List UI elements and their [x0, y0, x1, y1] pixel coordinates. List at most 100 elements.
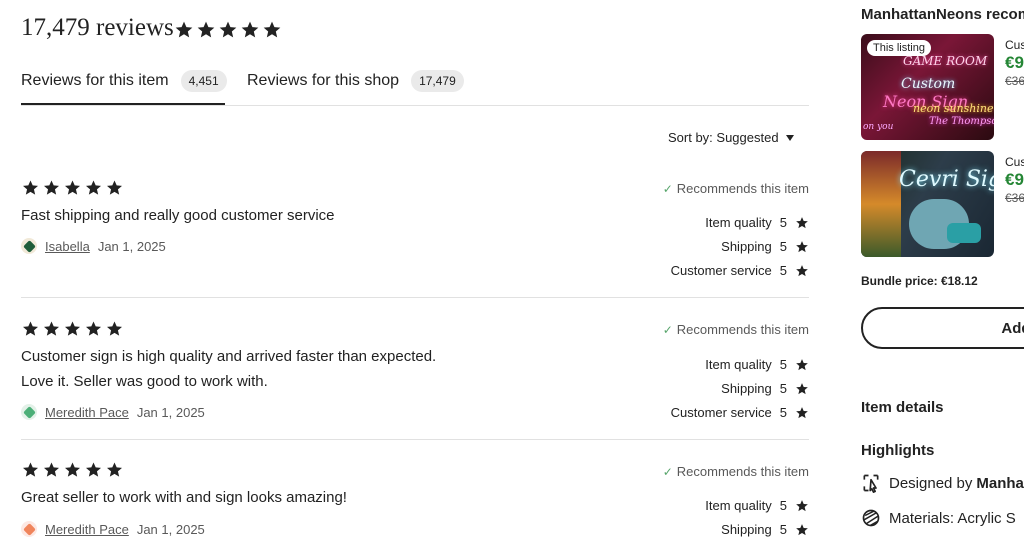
rating-item-quality: Item quality 5 — [609, 357, 809, 372]
listing-original-price: €36 — [1005, 74, 1024, 88]
review-stars — [21, 179, 124, 197]
reviews-title: 17,479 reviews — [21, 14, 174, 41]
highlight-label: Materials: Acrylic S — [889, 509, 1016, 527]
rating-label: Shipping — [721, 239, 772, 254]
recommends-label: Recommends this item — [676, 322, 809, 337]
overall-rating-stars — [174, 20, 282, 40]
rating-value: 5 — [779, 239, 787, 254]
rating-label: Customer service — [670, 263, 772, 278]
tab-count-badge: 4,451 — [180, 70, 227, 92]
tab-reviews-shop[interactable]: Reviews for this shop 17,479 — [247, 70, 464, 92]
avatar — [21, 521, 37, 537]
listing-thumbnail[interactable]: Cevri Sign — [861, 151, 994, 257]
caret-down-icon — [785, 134, 794, 141]
star-icon — [84, 179, 103, 197]
highlight-label: Designed by — [889, 474, 973, 492]
add-bundle-label: Add — [1001, 319, 1024, 337]
star-icon — [105, 320, 124, 338]
rating-label: Customer service — [670, 405, 772, 420]
star-icon — [42, 179, 61, 197]
listing-title[interactable]: Cus — [1005, 38, 1024, 52]
rating-value: 5 — [779, 498, 787, 513]
review-stars — [21, 320, 124, 338]
rating-shipping: Shipping 5 — [609, 522, 809, 537]
star-icon — [105, 179, 124, 197]
rating-value: 5 — [779, 357, 787, 372]
designer-icon — [863, 474, 879, 493]
bundle-price: Bundle price: €18.12 — [861, 274, 978, 288]
listing-original-price: €36 — [1005, 191, 1024, 205]
reviewer: Isabella Jan 1, 2025 — [21, 238, 166, 254]
reviewer: Meredith Pace Jan 1, 2025 — [21, 521, 205, 537]
active-tab-indicator — [21, 103, 225, 105]
reviewer: Meredith Pace Jan 1, 2025 — [21, 404, 205, 420]
review-date: Jan 1, 2025 — [136, 404, 205, 420]
star-icon — [795, 382, 809, 396]
tab-reviews-item[interactable]: Reviews for this item 4,451 — [21, 70, 227, 92]
tab-label: Reviews for this item — [21, 72, 169, 89]
reviewer-name-link[interactable]: Meredith Pace — [45, 405, 129, 420]
rating-customer-service: Customer service 5 — [609, 405, 809, 420]
rating-item-quality: Item quality 5 — [609, 215, 809, 230]
star-icon — [105, 461, 124, 479]
listing-price: €9 — [1005, 170, 1024, 189]
listing-thumbnail[interactable]: GAME ROOM Custom Neon Sign neon sunshine… — [861, 34, 994, 140]
tab-count-badge: 17,479 — [411, 70, 464, 92]
rating-customer-service: Customer service 5 — [609, 263, 809, 278]
star-icon — [84, 461, 103, 479]
listing-title[interactable]: Cus — [1005, 155, 1024, 169]
star-icon — [262, 20, 282, 40]
star-icon — [63, 461, 82, 479]
star-icon — [795, 406, 809, 420]
review-divider — [21, 439, 809, 440]
review-stars — [21, 461, 124, 479]
star-icon — [63, 179, 82, 197]
item-details-heading[interactable]: Item details — [861, 399, 944, 416]
recommends-label: Recommends this item — [676, 181, 809, 196]
check-icon: ✓ — [662, 464, 673, 479]
sort-label: Sort by: Suggested — [668, 130, 779, 145]
star-icon — [42, 461, 61, 479]
star-icon — [63, 320, 82, 338]
materials-icon — [862, 509, 880, 527]
star-icon — [196, 20, 216, 40]
rating-value: 5 — [779, 381, 787, 396]
recommends-label: Recommends this item — [676, 464, 809, 479]
review-text: Fast shipping and really good customer s… — [21, 207, 335, 224]
tab-label: Reviews for this shop — [247, 72, 400, 89]
star-icon — [795, 216, 809, 230]
rating-label: Item quality — [705, 498, 772, 513]
rating-label: Item quality — [705, 215, 772, 230]
avatar — [21, 404, 37, 420]
highlights-heading: Highlights — [861, 442, 935, 459]
shop-recommendations-heading: ManhattanNeons recom — [861, 6, 1024, 23]
rating-label: Shipping — [721, 522, 772, 537]
star-icon — [795, 264, 809, 278]
check-icon: ✓ — [662, 181, 673, 196]
rating-label: Shipping — [721, 381, 772, 396]
reviewer-name-link[interactable]: Isabella — [45, 239, 90, 254]
listing-price: €9 — [1005, 53, 1024, 72]
recommends-badge: ✓ Recommends this item — [663, 181, 809, 196]
reviewer-name-link[interactable]: Meredith Pace — [45, 522, 129, 537]
sort-dropdown[interactable]: Sort by: Suggested — [668, 130, 794, 145]
star-icon — [795, 499, 809, 513]
rating-value: 5 — [779, 522, 787, 537]
rating-shipping: Shipping 5 — [609, 239, 809, 254]
star-icon — [21, 461, 40, 479]
star-icon — [174, 20, 194, 40]
star-icon — [21, 320, 40, 338]
review-text: Great seller to work with and sign looks… — [21, 489, 347, 506]
add-bundle-button[interactable]: Add — [861, 307, 1024, 349]
highlight-designed-by: Designed by Manha — [861, 473, 1024, 493]
star-icon — [795, 358, 809, 372]
rating-value: 5 — [779, 263, 787, 278]
highlight-materials: Materials: Acrylic S — [861, 508, 1016, 528]
review-divider — [21, 297, 809, 298]
rating-value: 5 — [779, 405, 787, 420]
review-date: Jan 1, 2025 — [97, 238, 166, 254]
review-text-line2: Love it. Seller was good to work with. — [21, 373, 268, 390]
designer-name: Manha — [976, 474, 1024, 492]
star-icon — [240, 20, 260, 40]
rating-label: Item quality — [705, 357, 772, 372]
